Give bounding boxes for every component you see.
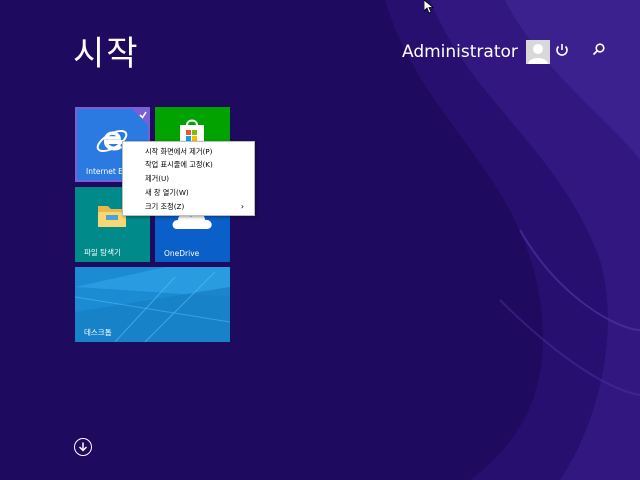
user-avatar-icon: [525, 40, 550, 64]
menu-item-label: 시작 화면에서 제거(P): [145, 147, 213, 156]
tile-desktop[interactable]: 데스크톱: [75, 267, 230, 342]
menu-item-label: 작업 표시줄에 고정(K): [145, 160, 213, 169]
menu-item-unpin-from-start[interactable]: 시작 화면에서 제거(P): [123, 145, 254, 158]
submenu-arrow-icon: ›: [240, 202, 244, 211]
power-icon[interactable]: [552, 40, 572, 60]
menu-item-label: 새 창 열기(W): [145, 188, 189, 197]
mouse-cursor-icon: [424, 0, 434, 14]
menu-item-label: 제거(U): [145, 174, 170, 183]
all-apps-button[interactable]: [74, 438, 92, 456]
user-account[interactable]: Administrator: [402, 40, 550, 64]
search-icon[interactable]: [589, 40, 609, 60]
menu-item-label: 크기 조정(Z): [145, 202, 185, 211]
context-menu: 시작 화면에서 제거(P) 작업 표시줄에 고정(K) 제거(U) 새 창 열기…: [122, 141, 255, 216]
menu-item-open-new-window[interactable]: 새 창 열기(W): [123, 186, 254, 199]
tile-label: OneDrive: [164, 249, 200, 258]
arrow-down-circle-icon: [78, 442, 88, 452]
menu-item-uninstall[interactable]: 제거(U): [123, 172, 254, 185]
start-title: 시작: [73, 34, 140, 74]
tile-label: 데스크톱: [84, 328, 112, 337]
menu-item-resize[interactable]: 크기 조정(Z) ›: [123, 200, 254, 213]
tile-label: 파일 탐색기: [84, 248, 121, 257]
user-name: Administrator: [402, 42, 518, 62]
selected-check-icon: [132, 109, 148, 125]
menu-item-pin-to-taskbar[interactable]: 작업 표시줄에 고정(K): [123, 158, 254, 171]
